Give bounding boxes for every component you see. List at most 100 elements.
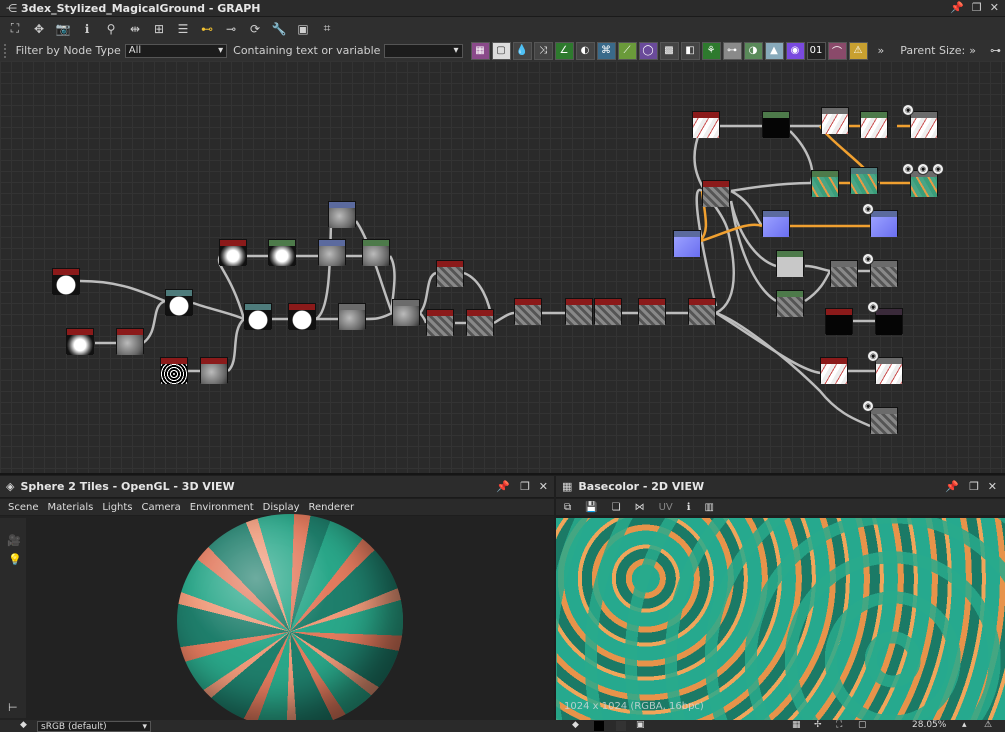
sphere-filter-icon[interactable]: ◯ — [638, 41, 658, 60]
graph-node-lines-color-2[interactable] — [860, 111, 888, 138]
alert-icon[interactable]: ⚠ — [984, 720, 992, 730]
pin-icon[interactable]: 📌 — [496, 480, 510, 493]
graph-node-metallic[interactable] — [825, 308, 853, 335]
graph-node-lines[interactable] — [692, 111, 720, 138]
connector-icon[interactable]: ⊷ — [196, 19, 218, 39]
levels-filter-icon[interactable]: ⟋ — [617, 41, 637, 60]
graph-node-lines-output[interactable] — [910, 111, 938, 138]
graph-node-height-output-src[interactable] — [820, 357, 848, 384]
black-swatch[interactable] — [594, 721, 604, 731]
one-to-one-icon[interactable]: ▢ — [858, 720, 867, 730]
close-icon[interactable]: ✕ — [990, 1, 999, 14]
parent-size-more-button[interactable]: » — [969, 44, 976, 57]
graph-node-slope[interactable] — [219, 239, 247, 266]
texture-preview[interactable] — [556, 518, 1005, 720]
close-icon[interactable]: ✕ — [539, 480, 548, 493]
half-filter-icon[interactable]: ◑ — [743, 41, 763, 60]
pin-icon[interactable]: 📌 — [945, 480, 959, 493]
graph-node-blur-2[interactable] — [116, 328, 144, 355]
graph-node-rock-4[interactable] — [514, 298, 542, 325]
graph-node-warp[interactable] — [288, 303, 316, 330]
graph-node-noise[interactable] — [160, 357, 188, 384]
graph-node-lines-dark[interactable] — [762, 111, 790, 138]
search-icon[interactable]: ⚲ — [100, 19, 122, 39]
info-icon[interactable]: ℹ — [76, 19, 98, 39]
graph-node-transform-2[interactable] — [328, 201, 356, 228]
svg-filter-icon[interactable]: ▢ — [491, 41, 511, 60]
tools-icon[interactable]: 🔧 — [268, 19, 290, 39]
graph-node-rock-5[interactable] — [565, 298, 593, 325]
menu-display[interactable]: Display — [263, 502, 300, 513]
node-graph-canvas[interactable]: ◉ ◉ ◉ ◉ ◉ ◉ ◉ ◉ ◉ — [0, 61, 1005, 475]
uv-dropdown[interactable]: UV — [659, 502, 673, 513]
drop-filter-icon[interactable]: 💧 — [512, 41, 532, 60]
color-filter-icon[interactable]: ◉ — [785, 41, 805, 60]
curve-filter-icon[interactable]: ∠ — [554, 41, 574, 60]
graph-node-rock[interactable] — [436, 260, 464, 287]
video-camera-icon[interactable]: 🎥 — [7, 534, 26, 547]
function-filter-icon[interactable]: ⌒ — [827, 41, 847, 60]
menu-materials[interactable]: Materials — [48, 502, 94, 513]
refresh-icon[interactable]: ⟳ — [244, 19, 266, 39]
link-icon[interactable]: ⇹ — [124, 19, 146, 39]
maximize-icon[interactable]: ❐ — [969, 480, 979, 493]
screenshot-icon[interactable]: ▣ — [292, 19, 314, 39]
binary-filter-icon[interactable]: 01 — [806, 41, 826, 60]
graph-node-rock-6[interactable] — [594, 298, 622, 325]
graph-node-ao-output[interactable] — [870, 407, 898, 434]
frame-icon[interactable]: ▣ — [636, 720, 645, 730]
warning-filter-icon[interactable]: ⚠ — [848, 41, 868, 60]
colorspace-dropdown[interactable]: sRGB (default) ▾ — [37, 721, 151, 732]
graph-node-basecolor-mix-2[interactable] — [850, 167, 878, 194]
graph-node-roughness-2[interactable] — [830, 260, 858, 287]
copy-icon[interactable]: ⧉ — [564, 502, 571, 513]
graph-node-normal[interactable] — [673, 230, 701, 257]
fit-icon[interactable]: ⛶ — [836, 720, 842, 730]
containing-text-dropdown[interactable]: ▾ — [384, 43, 463, 58]
maximize-icon[interactable]: ❐ — [972, 1, 982, 14]
duplicate-icon[interactable]: ❏ — [612, 502, 621, 513]
hierarchy-icon[interactable]: ⊢ — [8, 701, 18, 714]
save-icon[interactable]: 💾 — [585, 502, 597, 513]
graph-node-rock-7[interactable] — [638, 298, 666, 325]
node-graph-icon[interactable]: ⊸ — [220, 19, 242, 39]
share-icon[interactable]: ⋈ — [635, 502, 645, 513]
node-filter-icon[interactable]: ⊶ — [722, 41, 742, 60]
menu-environment[interactable]: Environment — [190, 502, 254, 513]
grid-icon[interactable]: ▦ — [792, 720, 801, 730]
graph-node-roughness[interactable] — [776, 250, 804, 277]
tree-filter-icon[interactable]: ⚘ — [701, 41, 721, 60]
info-icon[interactable]: ℹ — [687, 502, 691, 513]
list-icon[interactable]: ☰ — [172, 19, 194, 39]
graph-node-shape[interactable] — [52, 268, 80, 295]
graph-node-blend-2[interactable] — [244, 303, 272, 330]
graph-node-rock-8[interactable] — [688, 298, 716, 325]
graph-node-basecolor-mix[interactable] — [811, 170, 839, 197]
graph-node-roughness-output[interactable] — [870, 260, 898, 287]
pin-icon[interactable]: 📌 — [950, 1, 964, 14]
graph-node-rock-3[interactable] — [466, 309, 494, 336]
graph-node-blur-3[interactable] — [338, 303, 366, 330]
graph-node-levels[interactable] — [268, 239, 296, 266]
layers-icon[interactable]: ◆ — [572, 720, 579, 730]
maximize-icon[interactable]: ❐ — [520, 480, 530, 493]
bitmap-filter-icon[interactable]: ▦ — [470, 41, 490, 60]
warp-filter-icon[interactable]: ⌘ — [596, 41, 616, 60]
dark-swatch[interactable] — [616, 721, 626, 731]
more-filters-button[interactable]: » — [878, 44, 885, 57]
graph-node-mix[interactable] — [392, 299, 420, 326]
graph-node-ao[interactable] — [776, 290, 804, 317]
graph-node-blend[interactable] — [165, 289, 193, 316]
warning-icon[interactable]: ▴ — [962, 720, 967, 730]
light-bulb-icon[interactable]: 💡 — [8, 553, 26, 566]
histogram-icon[interactable]: ▥ — [705, 502, 714, 513]
graph-node-noise-blur[interactable] — [200, 357, 228, 384]
graph-node-lines-color[interactable] — [821, 107, 849, 134]
graph-node-height-output[interactable] — [875, 357, 903, 384]
close-icon[interactable]: ✕ — [988, 480, 997, 493]
menu-scene[interactable]: Scene — [8, 502, 39, 513]
menu-camera[interactable]: Camera — [142, 502, 181, 513]
filter-node-type-dropdown[interactable]: All ▾ — [124, 43, 228, 58]
dock-icon[interactable]: ⊶ — [990, 44, 1001, 57]
grid-filter-icon[interactable]: ▩ — [659, 41, 679, 60]
